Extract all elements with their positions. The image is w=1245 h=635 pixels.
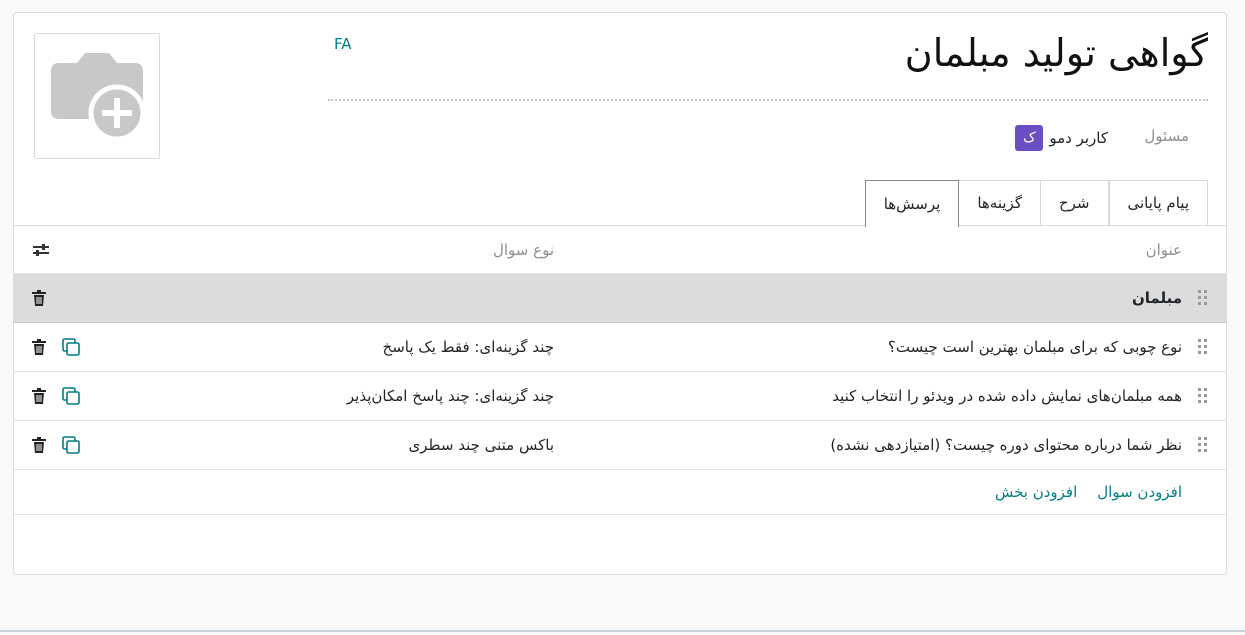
table-row[interactable]: همه مبلمان‌های نمایش داده شده در ویدئو ر… [14,372,1226,421]
copy-icon[interactable] [62,338,80,356]
row-actions [32,372,92,420]
trash-icon[interactable] [32,388,46,404]
avatar: ک [1015,125,1044,151]
drag-handle-icon[interactable] [1196,372,1210,420]
copy-icon[interactable] [62,436,80,454]
question-title: نظر شما درباره محتوای دوره چیست؟ (امتیاز… [830,436,1182,454]
drag-handle-icon[interactable] [1196,274,1210,322]
drag-handle-icon[interactable] [1196,421,1210,469]
column-header-title[interactable]: عنوان [1146,226,1182,273]
section-title: مبلمان [1131,289,1182,307]
section-row[interactable]: مبلمان [14,274,1226,323]
page-bottom-border [0,630,1245,632]
trash-icon[interactable] [32,290,46,306]
table-header: عنوان نوع سوال [14,226,1226,274]
column-header-type[interactable]: نوع سوال [493,226,554,273]
row-actions [32,274,92,322]
title-underline [328,99,1208,101]
add-question-link[interactable]: افزودن سوال [1097,483,1182,501]
language-badge[interactable]: FA [334,35,352,53]
column-settings[interactable] [32,226,92,273]
camera-plus-icon [47,51,147,141]
trash-icon[interactable] [32,437,46,453]
responsible-name: کاربر دمو [1049,129,1108,147]
sliders-icon[interactable] [32,242,50,258]
tab-end-message[interactable]: پیام پایانی [1108,180,1208,225]
table-row[interactable]: نظر شما درباره محتوای دوره چیست؟ (امتیاز… [14,421,1226,470]
question-type: باکس متنی چند سطری [408,436,554,454]
responsible-user[interactable]: ک کاربر دمو [1015,125,1108,151]
survey-image-upload[interactable] [34,33,160,159]
questions-table: عنوان نوع سوال مبلمان نوع چوبی که برای م… [14,226,1226,515]
add-links: افزودن سوال افزودن بخش [995,470,1182,514]
question-type: چند گزینه‌ای: چند پاسخ امکان‌پذیر [346,387,554,405]
add-section-link[interactable]: افزودن بخش [995,483,1077,501]
notebook-tabs: پرسش‌ها گزینه‌ها شرح پیام پایانی [864,180,1208,227]
survey-title[interactable]: گواهی تولید مبلمان [905,31,1208,75]
responsible-label: مسئول [1144,127,1189,145]
table-row[interactable]: نوع چوبی که برای مبلمان بهترین است چیست؟… [14,323,1226,372]
tab-description[interactable]: شرح [1040,180,1109,225]
add-line-row: افزودن سوال افزودن بخش [14,470,1226,515]
tab-questions[interactable]: پرسش‌ها [864,180,960,227]
copy-icon[interactable] [62,387,80,405]
drag-handle-icon[interactable] [1196,323,1210,371]
question-type: چند گزینه‌ای: فقط یک پاسخ [382,338,554,356]
question-title: همه مبلمان‌های نمایش داده شده در ویدئو ر… [832,387,1182,405]
row-actions [32,421,92,469]
tab-options[interactable]: گزینه‌ها [959,180,1041,225]
row-actions [32,323,92,371]
question-title: نوع چوبی که برای مبلمان بهترین است چیست؟ [887,338,1182,356]
trash-icon[interactable] [32,339,46,355]
survey-form-sheet: FA گواهی تولید مبلمان مسئول ک کاربر دمو … [13,12,1227,575]
